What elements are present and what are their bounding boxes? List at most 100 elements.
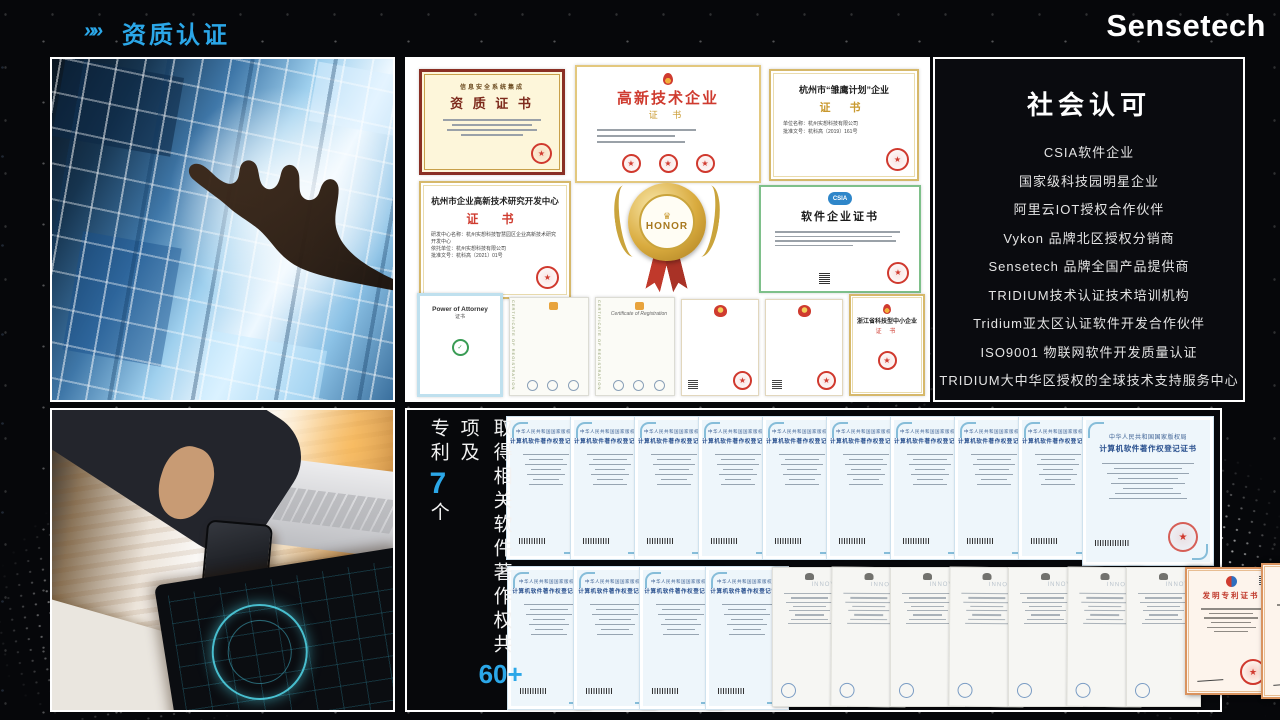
power-of-attorney-certificate: Power of Attorney 证书 ✓ [417,293,503,397]
medal-ring: ♛ HONOR [628,183,706,261]
social-recognition-item: Vykon 品牌北区授权分销商 [935,225,1243,254]
barcode [903,538,929,544]
certificate-title: 杭州市“雏鹰计划”企业 [771,83,917,96]
brand-logo: Sensetech [1106,8,1266,44]
cnipa-logo [1226,576,1237,587]
certificate-title: Power of Attorney [420,306,500,313]
patent-certificates-row: 中华人民共和国国家版权局计算机软件著作权登记证书中华人民共和国国家版权局计算机软… [508,567,1280,709]
patents-vertical-text: 取得相关软件著作权共60+项及 专利7个 [419,418,530,708]
certificate-subtitle: 证 书 [421,210,569,227]
social-recognition-item: Tridium亚太区认证软件开发合作伙伴 [935,310,1243,339]
social-recognition-item: 阿里云IOT授权合作伙伴 [935,196,1243,225]
certificate-title: 杭州市企业高新技术研究开发中心 [421,195,569,207]
social-recognition-item: TRIDIUM大中华区授权的全球技术支持服务中心 [935,367,1243,396]
photo-desk-tablet [50,408,395,712]
coat-of-arms-icon [982,573,991,580]
barcode [583,538,609,544]
photo-touchscreen-wall [50,57,395,402]
certificate-subtitle: 证 书 [577,108,759,121]
barcode [652,688,678,694]
certificate-title: 高新技术企业 [577,87,759,108]
flame-emblem-icon [883,304,891,314]
red-seal-icon: ★ [733,371,752,390]
csia-logo: CSIA [828,192,852,205]
social-recognition-item: ISO9001 物联网软件开发质量认证 [935,339,1243,368]
red-seal-icon: ★ [887,262,909,284]
certificate-body [420,320,500,336]
blue-seal-icon [1075,683,1090,698]
crest-icon [635,302,644,310]
red-seal-icon: ★ [878,351,897,370]
certificate-body [422,112,562,136]
patent-count: 7 [429,466,446,502]
certificate-body [761,224,919,246]
medal-ribbon [665,258,687,293]
emblem-certificate: ★ [681,299,759,396]
barcode [839,538,865,544]
blue-seal-icon [781,683,796,698]
red-seal-icon: ★ [886,148,909,171]
barcode [1095,540,1129,546]
signature [1197,670,1224,682]
certificate-seals: ★ ★ ★ [577,154,759,173]
title-chevrons-icon: »» [82,19,101,43]
social-recognition-item: TRIDIUM技术认证技术培训机构 [935,282,1243,311]
blue-seal-icon [957,683,972,698]
certificate-stamps [608,380,670,391]
red-seal-icon: ★ [817,371,836,390]
national-emblem-icon [798,305,811,317]
certificate-title: 计算机软件著作权登记证书 [1086,443,1210,454]
red-seal-icon: ★ [696,154,715,173]
honor-medal: ♛ HONOR [619,179,715,291]
software-copyright-certificate: 中华人民共和国国家版权局计算机软件著作权登记证书★ [1083,417,1213,565]
coat-of-arms-icon [1100,573,1109,580]
certificate-title: 软件企业证书 [761,208,919,224]
registration-certificate: CERTIFICATE OF REGISTRATION [509,297,589,396]
software-enterprise-certificate: CSIA 软件企业证书 ★ [759,185,921,293]
certificate-side-text: CERTIFICATE OF REGISTRATION [597,300,602,393]
certificate-body [522,310,584,333]
flame-emblem-icon [663,73,673,85]
social-recognition-panel: 社会认可 CSIA软件企业国家级科技园明星企业阿里云IOT授权合作伙伴Vykon… [933,57,1245,402]
red-seal-icon: ★ [659,154,678,173]
coat-of-arms-icon [805,573,814,580]
blue-seal-icon [839,683,854,698]
certificate-body [851,335,923,348]
green-seal-icon: ✓ [452,339,469,356]
certificate-body [608,317,670,336]
certificate-body [766,317,842,338]
certificate-title: Certificate of Registration [608,311,670,317]
social-recognition-item: Sensetech 品牌全国产品提供商 [935,253,1243,282]
certificate-body [682,317,758,342]
hightech-enterprise-certificate: 高新技术企业 证 书 ★ ★ ★ [575,65,761,183]
coat-of-arms-icon [1041,573,1050,580]
certificate-subtitle: 证 书 [771,99,917,115]
certificate-body [1086,454,1210,499]
page-title: 资质认证 [122,15,230,50]
red-seal-icon: ★ [1168,522,1198,552]
copyright-count-line: 取得相关软件著作权共60+项及 [456,418,523,708]
social-recognition-item: 国家级科技园明星企业 [935,168,1243,197]
hand-silhouette [52,59,393,400]
social-recognition-heading: 社会认可 [935,85,1243,122]
emblem-certificate: ★ [765,299,843,396]
red-seal-icon: ★ [531,143,552,164]
qualification-certificate: 信息安全系统集成 资 质 证 书 ★ [419,69,565,175]
qr-code [819,273,830,284]
blue-seal-icon [899,683,914,698]
copyright-count: 60+ [479,658,523,690]
certificate-body [577,121,759,143]
patents-panel: 取得相关软件著作权共60+项及 专利7个 中华人民共和国国家版权局计算机软件著作… [405,408,1222,712]
certificate-title: 资 质 证 书 [422,93,562,112]
patent-count-line: 专利7个 [426,418,449,708]
rnd-center-certificate: 杭州市企业高新技术研究开发中心 证 书 研发中心名称：杭州实想科技智慧园区企业高… [419,181,571,299]
national-emblem-icon [714,305,727,317]
barcode [967,538,993,544]
social-recognition-list: CSIA软件企业国家级科技园明星企业阿里云IOT授权合作伙伴Vykon 品牌北区… [935,139,1243,396]
blue-seal-icon [1135,683,1150,698]
certificate-body: 研发中心名称：杭州实想科技智慧园区企业高新技术研究开发中心 依托单位：杭州实想科… [421,227,569,260]
red-seal-icon: ★ [536,266,559,289]
certificate-subtitle: 证书 [420,313,500,320]
eagle-plan-certificate: 杭州市“雏鹰计划”企业 证 书 单位名称：杭州实想科技有限公司 批准文号：杭科高… [769,69,919,181]
barcode [1031,538,1057,544]
